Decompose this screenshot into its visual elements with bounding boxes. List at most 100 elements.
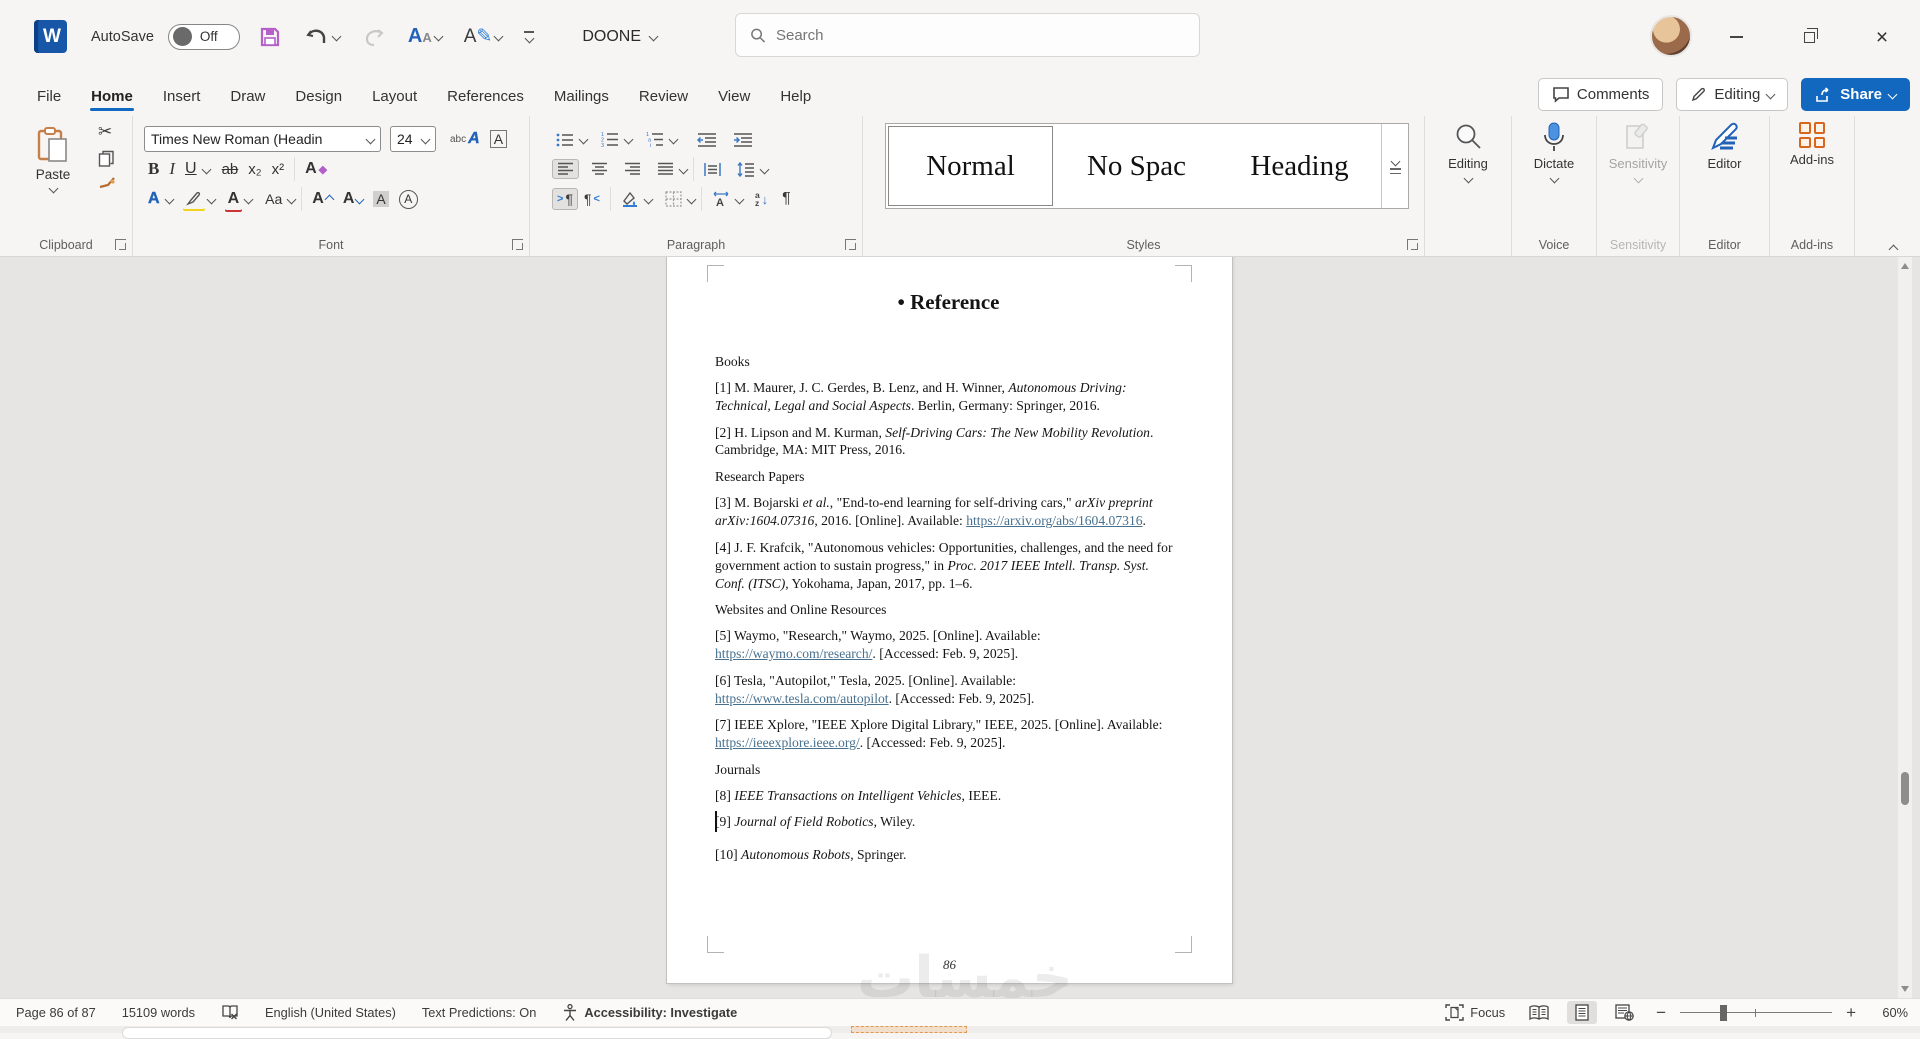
scrollbar-thumb[interactable]	[1901, 772, 1909, 805]
tab-mailings[interactable]: Mailings	[539, 79, 624, 116]
save-button[interactable]	[254, 21, 286, 53]
enclose-characters-button[interactable]: A	[395, 188, 422, 211]
tab-insert[interactable]: Insert	[148, 79, 216, 116]
line-spacing-chevron[interactable]	[759, 164, 770, 174]
print-layout-button[interactable]	[1567, 1001, 1598, 1024]
editor-button[interactable]: Editor	[1680, 122, 1769, 171]
clipboard-dialog-launcher[interactable]	[115, 239, 126, 250]
copy-button[interactable]	[98, 150, 115, 167]
shrink-font-button[interactable]: A	[339, 188, 368, 210]
character-shading-button[interactable]: A	[369, 189, 392, 209]
text-effects-chevron[interactable]	[164, 194, 175, 204]
tab-help[interactable]: Help	[765, 79, 826, 116]
page-info[interactable]: Page 86 of 87	[10, 1005, 102, 1020]
search-input[interactable]	[775, 26, 1185, 44]
vertical-scrollbar[interactable]	[1898, 257, 1912, 998]
zoom-slider-thumb[interactable]	[1720, 1004, 1728, 1021]
align-right-button[interactable]	[620, 160, 645, 178]
style-brush-button[interactable]: A✎	[460, 21, 507, 52]
zoom-slider[interactable]	[1680, 1004, 1833, 1022]
style-normal[interactable]: Normal	[888, 126, 1053, 206]
character-border-button[interactable]: A	[486, 128, 511, 150]
hyperlink[interactable]: https://www.tesla.com/autopilot	[715, 691, 889, 706]
paragraph-dialog-launcher[interactable]	[845, 239, 856, 250]
undo-button[interactable]	[300, 21, 344, 53]
tab-home[interactable]: Home	[76, 79, 148, 116]
search-bar[interactable]	[735, 13, 1200, 57]
rtl-paragraph-button[interactable]: ¶ <	[580, 189, 604, 209]
bullets-chevron[interactable]	[578, 134, 589, 144]
asian-layout-button[interactable]: A	[708, 189, 734, 209]
multilevel-list-button[interactable]: 1ai	[642, 129, 668, 149]
distribute-button[interactable]	[700, 160, 725, 179]
change-case-chevron[interactable]	[286, 194, 297, 204]
subscript-button[interactable]: x₂	[244, 159, 265, 180]
document-canvas[interactable]: • Reference Books [1] M. Maurer, J. C. Ge…	[0, 257, 1920, 998]
text-predictions[interactable]: Text Predictions: On	[416, 1005, 543, 1020]
scroll-down-arrow[interactable]	[1901, 986, 1909, 992]
justify-button[interactable]	[653, 160, 678, 178]
dictate-button[interactable]: Dictate	[1512, 122, 1596, 184]
cut-button[interactable]: ✂	[98, 122, 117, 142]
numbering-chevron[interactable]	[623, 134, 634, 144]
language-selector[interactable]: English (United States)	[259, 1005, 402, 1020]
decrease-indent-button[interactable]	[693, 130, 721, 149]
underline-button[interactable]: U	[181, 158, 201, 180]
font-color-chevron[interactable]	[243, 194, 254, 204]
grow-font-button[interactable]: A	[308, 188, 337, 210]
justify-chevron[interactable]	[678, 164, 689, 174]
share-button[interactable]: Share	[1801, 78, 1910, 111]
bullets-button[interactable]	[552, 130, 578, 149]
styles-gallery-expand[interactable]	[1381, 124, 1408, 208]
phonetic-guide-button[interactable]: abc A	[446, 128, 484, 150]
clear-formatting-button[interactable]: A ◆	[301, 158, 331, 180]
accessibility-button[interactable]: Accessibility: Investigate	[556, 1004, 743, 1021]
multilevel-list-chevron[interactable]	[668, 134, 679, 144]
borders-button[interactable]	[661, 189, 686, 209]
zoom-level[interactable]: 60%	[1870, 1005, 1908, 1020]
proofing-errors-button[interactable]	[215, 1004, 245, 1021]
style-no-spacing[interactable]: No Spac	[1055, 124, 1218, 208]
zoom-in-button[interactable]: +	[1842, 1003, 1860, 1023]
show-marks-button[interactable]: ¶	[778, 188, 795, 210]
font-format-chevron[interactable]	[433, 31, 444, 42]
autosave-toggle[interactable]: Off	[167, 23, 240, 50]
shading-chevron[interactable]	[643, 194, 654, 204]
font-color-button[interactable]: A	[224, 188, 244, 210]
web-layout-button[interactable]	[1607, 1001, 1642, 1024]
paste-chevron[interactable]	[48, 183, 58, 194]
close-button[interactable]: ×	[1859, 18, 1905, 56]
sort-button[interactable]: a z ↓	[751, 189, 772, 209]
font-size-combo[interactable]: 24	[390, 126, 436, 152]
align-left-button[interactable]	[552, 159, 579, 179]
editing-mode-button[interactable]: Editing	[1676, 78, 1789, 111]
hyperlink[interactable]: https://arxiv.org/abs/1604.07316	[966, 513, 1142, 528]
highlight-chevron[interactable]	[206, 194, 217, 204]
qat-overflow-button[interactable]	[520, 27, 538, 46]
tab-layout[interactable]: Layout	[357, 79, 432, 116]
tab-review[interactable]: Review	[624, 79, 703, 116]
strikethrough-button[interactable]: ab	[218, 159, 243, 180]
underline-chevron[interactable]	[201, 164, 212, 174]
format-painter-button[interactable]	[98, 175, 117, 191]
borders-chevron[interactable]	[686, 194, 697, 204]
document-title-button[interactable]: DOONE	[582, 28, 659, 46]
style-heading[interactable]: Heading	[1218, 124, 1381, 208]
restore-button[interactable]	[1786, 18, 1832, 56]
font-name-combo[interactable]: Times New Roman (Headin	[144, 126, 381, 152]
paste-button[interactable]: Paste	[22, 124, 84, 194]
addins-button[interactable]: Add-ins	[1770, 122, 1854, 167]
tab-file[interactable]: File	[22, 79, 76, 116]
hyperlink[interactable]: https://waymo.com/research/	[715, 646, 872, 661]
align-center-button[interactable]	[587, 160, 612, 178]
superscript-button[interactable]: x²	[268, 159, 289, 180]
document-body[interactable]: • Reference Books [1] M. Maurer, J. C. Ge…	[715, 289, 1182, 873]
tab-references[interactable]: References	[432, 79, 539, 116]
scroll-up-arrow[interactable]	[1901, 263, 1909, 269]
read-mode-button[interactable]	[1521, 1002, 1557, 1024]
bold-button[interactable]: B	[144, 157, 163, 181]
hyperlink[interactable]: https://ieeexplore.ieee.org/	[715, 735, 860, 750]
style-brush-chevron[interactable]	[493, 31, 504, 42]
line-spacing-button[interactable]	[733, 160, 759, 179]
minimize-button[interactable]	[1713, 18, 1759, 56]
